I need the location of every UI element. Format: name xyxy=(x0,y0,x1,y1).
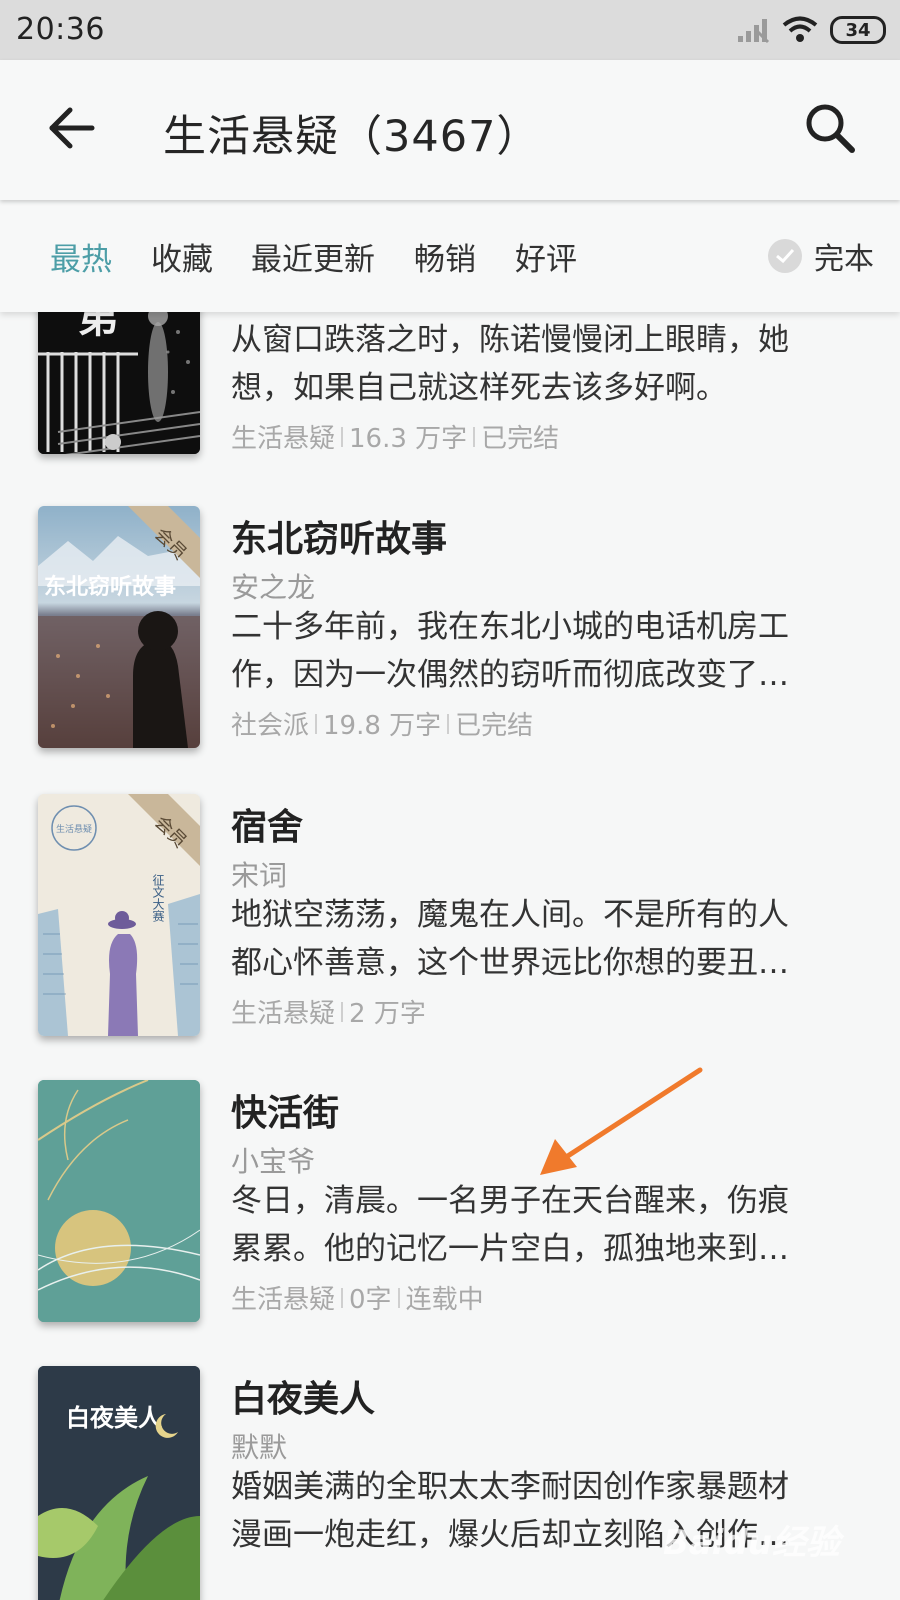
book-cover: 生活悬疑 第 征文大赛 会员 xyxy=(38,794,200,1036)
tab-favorites[interactable]: 收藏 xyxy=(151,234,213,279)
signal-icon xyxy=(738,19,770,44)
book-cover xyxy=(38,1080,200,1322)
status-time: 20:36 xyxy=(16,12,105,47)
book-category: 生活悬疑 xyxy=(231,424,336,454)
book-author: 默默 xyxy=(231,1431,288,1464)
book-status: 已完结 xyxy=(455,711,534,741)
description-line: 从窗口跌落之时，陈诺慢慢闭上眼睛，她 xyxy=(231,322,789,358)
description-line: 二十多年前，我在东北小城的电话机房工 xyxy=(231,609,789,645)
book-category: 生活悬疑 xyxy=(231,999,336,1029)
book-list: 弟 从窗口跌落之时，陈诺慢慢闭上眼睛，她 想，如果自己就这样死去该多好啊。 生活… xyxy=(0,312,900,1600)
page-title: 生活悬疑（3467） xyxy=(163,112,541,162)
description-line: 想，如果自己就这样死去该多好啊。 xyxy=(231,370,727,406)
cover-title: 白夜美人 xyxy=(66,1404,162,1432)
search-icon[interactable] xyxy=(800,98,860,158)
book-description: 从窗口跌落之时，陈诺慢慢闭上眼睛，她 想，如果自己就这样死去该多好啊。 xyxy=(231,316,871,412)
meta-divider xyxy=(397,1287,400,1308)
book-author: 小宝爷 xyxy=(231,1145,316,1178)
book-meta: 生活悬疑 16.3 万字 已完结 xyxy=(231,418,559,455)
complete-filter-label: 完本 xyxy=(814,242,874,277)
meta-divider xyxy=(473,426,476,447)
battery-indicator: 34 xyxy=(830,16,886,44)
app-bar: 生活悬疑（3467） xyxy=(0,60,900,200)
book-title: 东北窃听故事 xyxy=(231,519,448,560)
annotation-arrow-icon xyxy=(540,1067,703,1175)
back-arrow-icon[interactable] xyxy=(44,100,100,156)
book-meta: 生活悬疑 2 万字 xyxy=(231,993,426,1030)
tab-recently-updated[interactable]: 最近更新 xyxy=(251,234,375,279)
book-description: 二十多年前，我在东北小城的电话机房工 作，因为一次偶然的窃听而彻底改变了… xyxy=(231,603,871,699)
meta-divider xyxy=(315,713,318,734)
tab-top-rated[interactable]: 好评 xyxy=(515,234,577,279)
description-line: 婚姻美满的全职太太李耐因创作家暴题材 xyxy=(231,1469,789,1505)
complete-filter-toggle[interactable]: 完本 xyxy=(768,234,874,278)
book-description: 地狱空荡荡，魔鬼在人间。不是所有的人 都心怀善意，这个世界远比你想的要丑… xyxy=(231,891,871,987)
book-word-count: 16.3 万字 xyxy=(349,424,468,454)
meta-divider xyxy=(341,1001,344,1022)
check-circle-icon xyxy=(768,239,802,273)
meta-divider xyxy=(341,1287,344,1308)
book-status: 连载中 xyxy=(405,1285,484,1315)
meta-divider xyxy=(341,426,344,447)
battery-level: 34 xyxy=(845,19,871,41)
book-cover: 弟 xyxy=(38,312,200,454)
book-word-count: 2 万字 xyxy=(349,999,426,1029)
cover-title: 弟 xyxy=(78,312,118,342)
description-line: 地狱空荡荡，魔鬼在人间。不是所有的人 xyxy=(231,897,789,933)
book-word-count: 19.8 万字 xyxy=(323,711,442,741)
book-category: 生活悬疑 xyxy=(231,1285,336,1315)
book-cover: 白夜美人 xyxy=(38,1366,200,1600)
book-title: 白夜美人 xyxy=(231,1379,376,1420)
book-author: 安之龙 xyxy=(231,571,316,604)
book-meta: 社会派 19.8 万字 已完结 xyxy=(231,705,533,742)
book-author: 宋词 xyxy=(231,859,288,892)
cover-badge: 生活悬疑 xyxy=(56,823,92,835)
status-bar: 20:36 34 xyxy=(0,0,900,60)
description-line: 都心怀善意，这个世界远比你想的要丑… xyxy=(231,945,789,981)
book-category: 社会派 xyxy=(231,711,310,741)
book-description: 冬日，清晨。一名男子在天台醒来，伤痕 累累。他的记忆一片空白，孤独地来到… xyxy=(231,1177,871,1273)
watermark-logo: Baidu经验 xyxy=(662,1523,840,1563)
tab-hottest[interactable]: 最热 xyxy=(50,234,112,279)
tab-bestselling[interactable]: 畅销 xyxy=(414,234,476,279)
status-icons: 34 xyxy=(736,14,886,46)
book-meta: 生活悬疑 0字 连载中 xyxy=(231,1279,484,1316)
filter-bar: 最热 收藏 最近更新 畅销 好评 完本 xyxy=(0,200,900,312)
description-line: 作，因为一次偶然的窃听而彻底改变了… xyxy=(231,657,789,693)
wifi-icon xyxy=(782,16,818,42)
description-line: 累累。他的记忆一片空白，孤独地来到… xyxy=(231,1231,789,1267)
cover-subtitle: 征文大赛 xyxy=(151,874,165,922)
book-title: 宿舍 xyxy=(231,807,304,848)
book-cover: 东北窃听故事 会员 xyxy=(38,506,200,748)
book-title: 快活街 xyxy=(231,1093,340,1134)
meta-divider xyxy=(447,713,450,734)
book-status: 已完结 xyxy=(481,424,560,454)
book-word-count: 0字 xyxy=(349,1285,392,1315)
cover-title: 东北窃听故事 xyxy=(44,574,176,600)
